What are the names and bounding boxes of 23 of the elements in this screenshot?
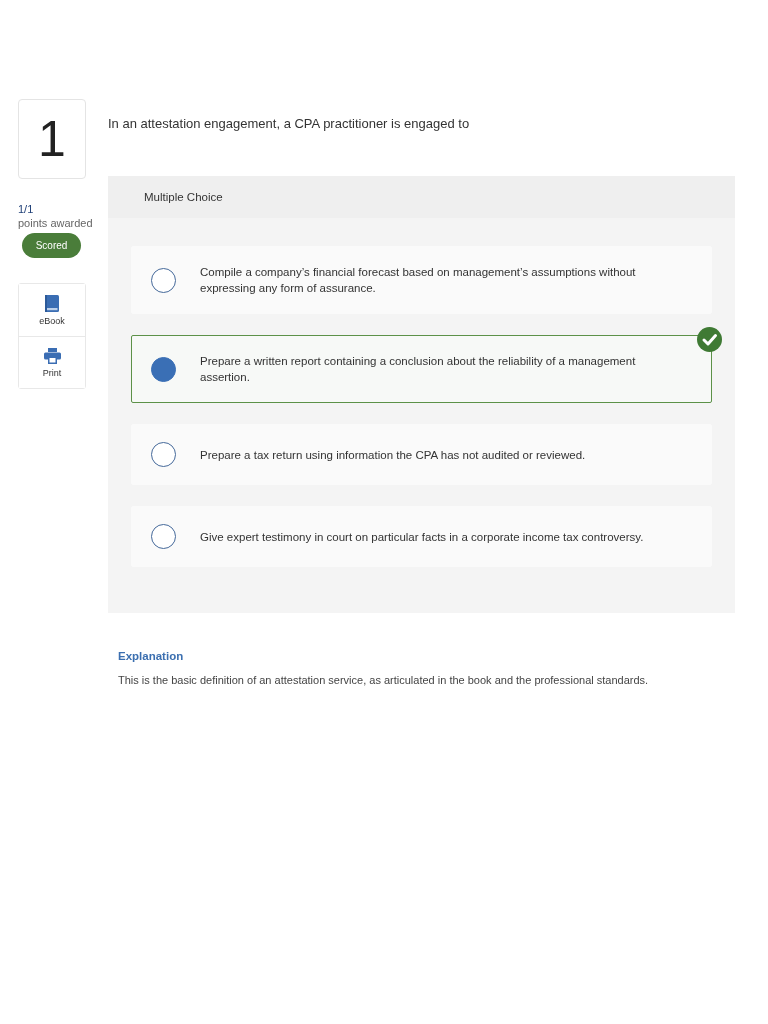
option-text: Compile a company’s financial forecast based on management’s assumptions without expressing any form of assurance. <box>200 265 637 296</box>
question-type-header: Multiple Choice <box>108 176 735 218</box>
printer-icon <box>43 347 61 364</box>
answer-option[interactable]: Give expert testimony in court on particular facts in a corporate income tax controversy. <box>131 506 712 567</box>
option-text: Prepare a tax return using information the CPA has not audited or reviewed. <box>200 447 586 463</box>
option-text: Prepare a written report containing a conclusion about the reliability of a management assertion. <box>200 354 637 385</box>
points-label: points awarded <box>18 216 93 230</box>
answer-option[interactable]: Prepare a tax return using information the CPA has not audited or reviewed. <box>131 424 712 485</box>
print-button[interactable]: Print <box>19 336 85 388</box>
option-text: Give expert testimony in court on particular facts in a corporate income tax controversy. <box>200 529 644 545</box>
radio-button[interactable] <box>151 356 176 382</box>
radio-button[interactable] <box>151 267 176 293</box>
question-number: 1 <box>18 99 86 179</box>
answer-option[interactable]: Prepare a written report containing a conclusion about the reliability of a management assertion. <box>131 335 712 403</box>
answer-option[interactable]: Compile a company’s financial forecast based on management’s assumptions without expressing any form of assurance. <box>131 246 712 314</box>
explanation-title: Explanation <box>118 650 184 662</box>
book-icon <box>45 294 59 312</box>
points-score: 1/1 <box>18 203 34 216</box>
scored-badge: Scored <box>22 233 81 258</box>
radio-button[interactable] <box>151 524 176 549</box>
radio-button[interactable] <box>151 442 176 467</box>
explanation-text: This is the basic definition of an attestation service, as articulated in the book and the professional standards. <box>118 673 649 687</box>
question-text: In an attestation engagement, a CPA practitioner is engaged to <box>108 116 470 132</box>
